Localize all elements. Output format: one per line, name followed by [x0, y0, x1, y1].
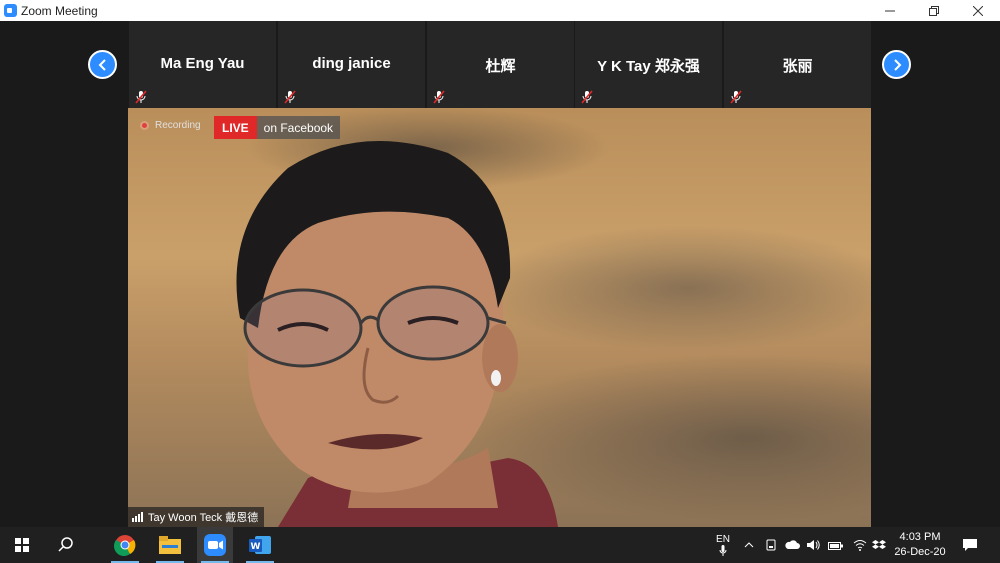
speaker-name-tag: Tay Woon Teck 戴恩德: [128, 507, 265, 527]
system-clock[interactable]: 4:03 PM 26-Dec-20: [885, 530, 955, 560]
participant-gallery-strip: Ma Eng Yau ding janice 杜辉 Y K Tay 郑永强 张丽: [0, 21, 1000, 108]
minimize-icon: [885, 10, 895, 11]
volume-icon: [807, 540, 820, 550]
start-button[interactable]: [4, 527, 40, 563]
tray-onedrive[interactable]: [782, 527, 802, 563]
recording-indicator[interactable]: Recording: [140, 120, 201, 131]
participant-name: Y K Tay 郑永强: [597, 58, 700, 75]
title-bar: Zoom Meeting: [0, 0, 1000, 21]
file-explorer-icon: [159, 536, 181, 554]
window-title: Zoom Meeting: [21, 3, 98, 18]
next-page-button[interactable]: [882, 50, 911, 79]
search-icon: [58, 537, 73, 552]
speaker-video-feed: [236, 141, 558, 527]
word-icon: W: [249, 536, 271, 554]
previous-page-button[interactable]: [88, 50, 117, 79]
signal-strength-icon: [132, 512, 143, 522]
participant-tile[interactable]: Y K Tay 郑永强: [575, 21, 722, 108]
chevron-up-icon: [744, 542, 754, 548]
window-controls: [868, 0, 1000, 21]
clock-date: 26-Dec-20: [894, 546, 946, 558]
taskbar-app-chrome[interactable]: [107, 527, 143, 563]
language-label: EN: [716, 533, 730, 545]
chevron-right-icon: [893, 58, 901, 71]
muted-mic-icon: [433, 90, 445, 104]
restore-icon: [929, 5, 939, 16]
muted-mic-icon: [135, 90, 147, 104]
tray-battery[interactable]: [826, 527, 846, 563]
live-stream-badge[interactable]: LIVE on Facebook: [214, 116, 341, 139]
speaker-name: Tay Woon Teck 戴恩德: [148, 512, 259, 524]
minimize-button[interactable]: [868, 0, 912, 21]
notification-icon: [963, 539, 977, 551]
tray-wifi[interactable]: [850, 527, 870, 563]
participant-name: Ma Eng Yau: [160, 55, 245, 72]
action-center-button[interactable]: [958, 527, 982, 563]
zoom-icon: [204, 534, 226, 556]
participant-name: ding janice: [312, 55, 391, 72]
live-label: LIVE: [214, 116, 257, 139]
participant-name: 张丽: [782, 58, 813, 75]
recording-label: Recording: [155, 120, 201, 131]
participant-tile[interactable]: Ma Eng Yau: [129, 21, 276, 108]
zoom-app-icon: [4, 4, 17, 17]
input-language-indicator[interactable]: EN: [712, 527, 734, 563]
close-button[interactable]: [956, 0, 1000, 21]
show-hidden-icons-button[interactable]: [740, 527, 758, 563]
tray-device-icon[interactable]: [762, 527, 780, 563]
participant-name: 杜辉: [485, 58, 516, 75]
participant-tile[interactable]: 张丽: [724, 21, 871, 108]
muted-mic-icon: [581, 90, 593, 104]
microphone-icon: [719, 544, 727, 556]
taskbar-app-zoom[interactable]: [197, 527, 233, 563]
recording-dot-icon: [140, 121, 149, 130]
close-icon: [973, 5, 983, 16]
taskbar-app-file-explorer[interactable]: [152, 527, 188, 563]
muted-mic-icon: [730, 90, 742, 104]
chevron-left-icon: [98, 58, 106, 71]
participant-tile[interactable]: 杜辉: [427, 21, 574, 108]
search-button[interactable]: [48, 527, 84, 563]
active-speaker-video[interactable]: Recording LIVE on Facebook Tay Woon Teck…: [128, 108, 871, 527]
windows-start-icon: [15, 538, 29, 552]
device-icon: [766, 539, 776, 551]
participant-tile[interactable]: ding janice: [278, 21, 425, 108]
chrome-icon: [114, 535, 136, 556]
muted-mic-icon: [284, 90, 296, 104]
restore-button[interactable]: [912, 0, 956, 21]
svg-text:W: W: [251, 542, 261, 552]
live-destination: on Facebook: [256, 116, 341, 139]
windows-taskbar: W EN 4:03 PM 26-Dec-20: [0, 527, 1000, 563]
taskbar-app-word[interactable]: W: [242, 527, 278, 563]
dropbox-icon: [872, 540, 886, 549]
battery-icon: [828, 542, 843, 550]
tray-volume[interactable]: [804, 527, 822, 563]
cloud-icon: [785, 540, 800, 549]
clock-time: 4:03 PM: [899, 531, 941, 543]
wifi-icon: [853, 540, 867, 551]
